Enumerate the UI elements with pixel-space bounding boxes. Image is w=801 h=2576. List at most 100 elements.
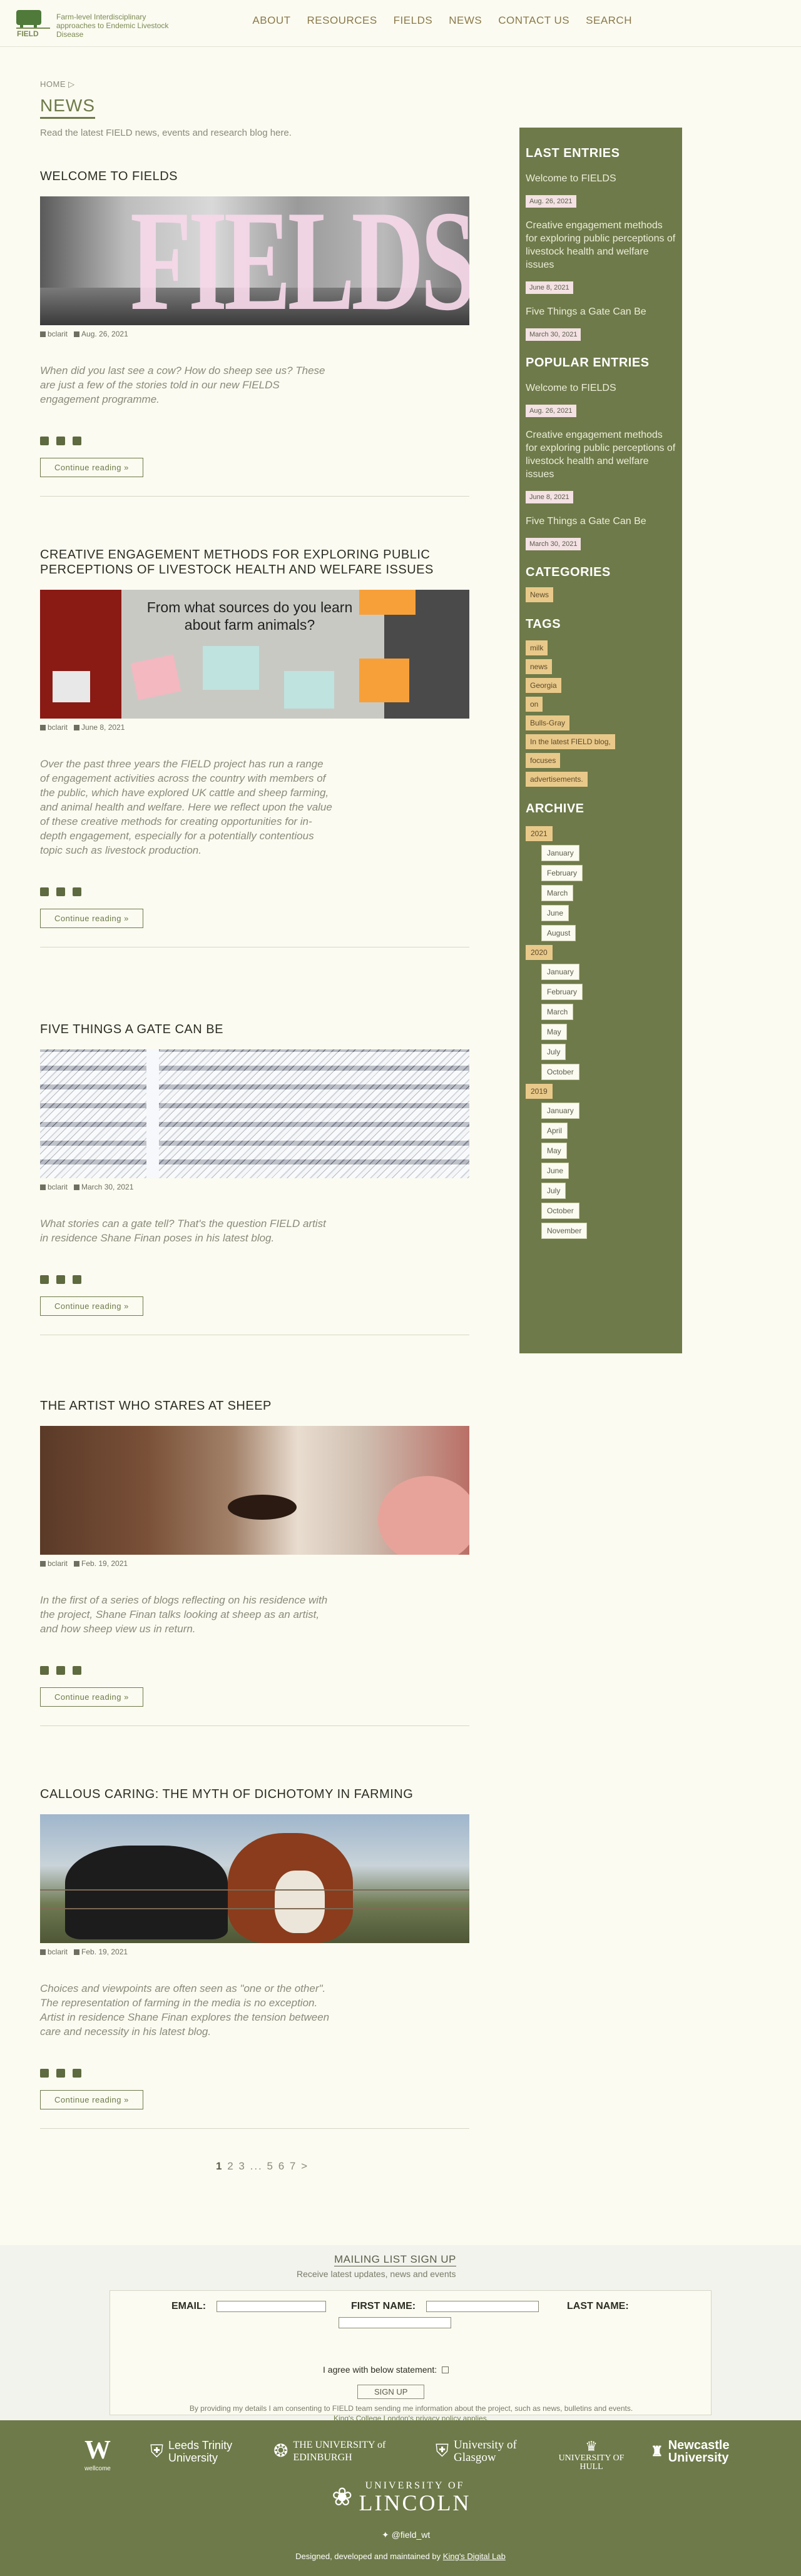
partner-leeds-trinity[interactable]: ⛨ Leeds Trinity University [150, 2439, 250, 2464]
archive-month[interactable]: August [541, 925, 576, 941]
archive-month[interactable]: October [541, 1064, 579, 1080]
tag-chip[interactable]: on [526, 697, 543, 712]
post-image[interactable]: From what sources do you learn about far… [40, 590, 469, 719]
archive-month[interactable]: May [541, 1143, 567, 1159]
tag-chip[interactable]: In the latest FIELD blog, [526, 734, 615, 749]
continue-reading-button[interactable]: Continue reading » [40, 2090, 143, 2109]
kings-digital-lab-link[interactable]: King's Digital Lab [443, 2552, 506, 2561]
breadcrumb[interactable]: HOME ▷ [40, 79, 75, 89]
archive-month[interactable]: July [541, 1044, 566, 1060]
category-tag[interactable]: News [526, 587, 554, 602]
tag-chip[interactable]: focuses [526, 753, 561, 768]
partner-glasgow[interactable]: ⛨ University of Glasgow [436, 2439, 523, 2464]
nav-news[interactable]: NEWS [449, 14, 482, 27]
email-field[interactable] [217, 2301, 326, 2312]
twitter-icon[interactable] [56, 2069, 65, 2078]
archive-month[interactable]: January [541, 1103, 579, 1119]
sidebar-entry-link[interactable]: Five Things a Gate Can Be [526, 305, 676, 318]
sidebar-entry-link[interactable]: Five Things a Gate Can Be [526, 515, 676, 528]
archive-month[interactable]: March [541, 1004, 574, 1020]
twitter-link[interactable]: ✦ @field_wt [382, 2530, 430, 2540]
partner-edinburgh[interactable]: ❂ THE UNIVERSITY of EDINBURGH [273, 2439, 406, 2464]
archive-month[interactable]: November [541, 1223, 588, 1239]
sidebar-entry-link[interactable]: Welcome to FIELDS [526, 172, 676, 185]
post-title[interactable]: CALLOUS CARING: THE MYTH OF DICHOTOMY IN… [40, 1787, 469, 1802]
twitter-icon[interactable] [56, 887, 65, 896]
facebook-icon[interactable] [40, 2069, 49, 2078]
nav-contact-us[interactable]: CONTACT US [498, 14, 569, 27]
post-image[interactable] [40, 1814, 469, 1943]
sidebar-entry-link[interactable]: Welcome to FIELDS [526, 381, 676, 395]
linkedin-icon[interactable] [73, 2069, 81, 2078]
post-image[interactable] [40, 1049, 469, 1178]
continue-reading-button[interactable]: Continue reading » [40, 909, 143, 928]
nav-search[interactable]: SEARCH [586, 14, 632, 27]
page-link[interactable]: 2 [227, 2160, 234, 2172]
post-author[interactable]: bclarit [40, 1183, 68, 1191]
page-link[interactable]: 5 [267, 2160, 274, 2172]
archive-month[interactable]: March [541, 885, 574, 901]
tag-chip[interactable]: Bulls-Gray [526, 715, 570, 730]
sidebar-entry-link[interactable]: Creative engagement methods for explorin… [526, 428, 676, 481]
archive-month[interactable]: July [541, 1183, 566, 1199]
archive-year[interactable]: 2020 [526, 945, 553, 960]
page-link[interactable]: 3 [238, 2160, 245, 2172]
partner-lincoln[interactable]: ❀ UNIVERSITY OF LINCOLN [332, 2480, 471, 2514]
first-name-field[interactable] [426, 2301, 539, 2312]
linkedin-icon[interactable] [73, 437, 81, 445]
post-author[interactable]: bclarit [40, 723, 68, 732]
field-logo-icon[interactable]: FIELD [15, 9, 51, 38]
linkedin-icon[interactable] [73, 1275, 81, 1284]
archive-month[interactable]: April [541, 1123, 568, 1139]
archive-month[interactable]: February [541, 865, 583, 881]
post-author[interactable]: bclarit [40, 1559, 68, 1568]
tag-chip[interactable]: Georgia [526, 678, 561, 693]
page-link[interactable]: 6 [278, 2160, 285, 2172]
page-next[interactable]: > [301, 2160, 309, 2172]
archive-year[interactable]: 2021 [526, 826, 553, 841]
archive-month[interactable]: October [541, 1203, 579, 1219]
archive-month[interactable]: May [541, 1024, 567, 1040]
post-title[interactable]: CREATIVE ENGAGEMENT METHODS FOR EXPLORIN… [40, 547, 469, 577]
continue-reading-button[interactable]: Continue reading » [40, 1687, 143, 1707]
archive-month[interactable]: January [541, 964, 579, 980]
partner-hull[interactable]: ♛ UNIVERSITY OF HULL [557, 2439, 626, 2472]
nav-about[interactable]: ABOUT [252, 14, 290, 27]
twitter-icon[interactable] [56, 437, 65, 445]
post-author[interactable]: bclarit [40, 1947, 68, 1956]
post-image[interactable]: FIELDS [40, 196, 469, 325]
agree-checkbox[interactable] [442, 2366, 449, 2373]
archive-year[interactable]: 2019 [526, 1084, 553, 1099]
sign-up-button[interactable]: SIGN UP [357, 2385, 425, 2399]
partner-newcastle[interactable]: ♜ Newcastle University [651, 2439, 762, 2464]
nav-resources[interactable]: RESOURCES [307, 14, 377, 27]
archive-month[interactable]: January [541, 845, 579, 861]
twitter-icon[interactable] [56, 1666, 65, 1675]
sidebar-entry-link[interactable]: Creative engagement methods for explorin… [526, 219, 676, 271]
linkedin-icon[interactable] [73, 887, 81, 896]
page-link[interactable]: 7 [290, 2160, 297, 2172]
entry-date-badge: June 8, 2021 [526, 281, 573, 294]
continue-reading-button[interactable]: Continue reading » [40, 1296, 143, 1316]
facebook-icon[interactable] [40, 437, 49, 445]
last-name-field[interactable] [339, 2317, 451, 2328]
linkedin-icon[interactable] [73, 1666, 81, 1675]
partner-wellcome[interactable]: W wellcome [84, 2437, 111, 2475]
archive-month[interactable]: June [541, 905, 569, 921]
post-image[interactable] [40, 1426, 469, 1555]
tag-chip[interactable]: advertisements. [526, 772, 588, 787]
twitter-icon[interactable] [56, 1275, 65, 1284]
continue-reading-button[interactable]: Continue reading » [40, 458, 143, 477]
post-title[interactable]: THE ARTIST WHO STARES AT SHEEP [40, 1398, 469, 1413]
post-title[interactable]: WELCOME TO FIELDS [40, 169, 469, 184]
archive-month[interactable]: June [541, 1163, 569, 1179]
nav-fields[interactable]: FIELDS [394, 14, 433, 27]
facebook-icon[interactable] [40, 887, 49, 896]
tag-chip[interactable]: milk [526, 640, 548, 655]
facebook-icon[interactable] [40, 1666, 49, 1675]
tag-chip[interactable]: news [526, 659, 553, 674]
archive-month[interactable]: February [541, 984, 583, 1000]
post-title[interactable]: FIVE THINGS A GATE CAN BE [40, 1022, 469, 1037]
post-author[interactable]: bclarit [40, 330, 68, 338]
facebook-icon[interactable] [40, 1275, 49, 1284]
